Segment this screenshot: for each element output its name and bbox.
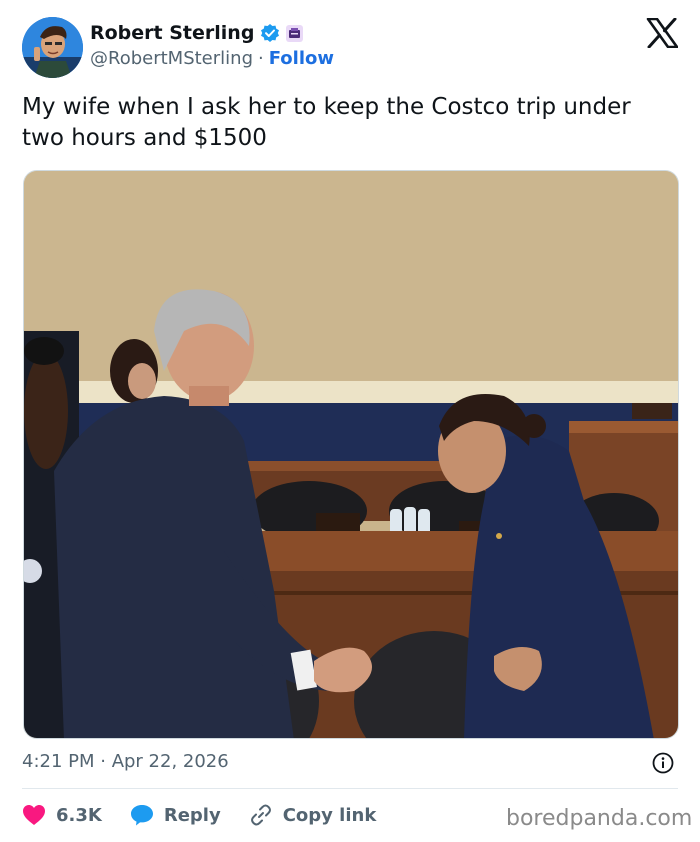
author-handle[interactable]: @RobertMSterling xyxy=(90,48,253,69)
heart-icon xyxy=(23,805,45,825)
tweet-timestamp[interactable]: 4:21 PM · Apr 22, 2026 xyxy=(22,751,229,772)
tweet-card: Robert Sterling @RobertMSterling · Follo… xyxy=(0,0,700,842)
tweet-photo[interactable] xyxy=(23,170,679,739)
verified-badge-icon xyxy=(260,23,280,43)
author-display-name[interactable]: Robert Sterling xyxy=(90,22,254,44)
affiliate-badge-icon[interactable] xyxy=(286,24,304,42)
x-logo-icon[interactable] xyxy=(646,17,679,49)
reply-bubble-icon xyxy=(130,805,153,826)
like-button[interactable]: 6.3K xyxy=(22,804,102,826)
avatar[interactable] xyxy=(22,17,83,78)
reply-label: Reply xyxy=(163,804,221,826)
like-count: 6.3K xyxy=(56,804,102,826)
author-handle-row: @RobertMSterling · Follow xyxy=(90,48,334,69)
handle-separator: · xyxy=(258,48,264,69)
divider xyxy=(22,788,678,789)
source-watermark: boredpanda.com xyxy=(506,806,693,831)
info-icon[interactable] xyxy=(652,752,674,774)
follow-button[interactable]: Follow xyxy=(269,48,334,69)
reply-button[interactable]: Reply xyxy=(130,804,221,826)
tweet-text: My wife when I ask her to keep the Costc… xyxy=(22,94,631,151)
copy-link-button[interactable]: Copy link xyxy=(249,803,377,827)
action-bar: 6.3K Reply Copy link xyxy=(22,800,404,830)
author-name-row: Robert Sterling xyxy=(90,22,304,44)
link-icon xyxy=(250,804,271,826)
copy-link-label: Copy link xyxy=(282,804,377,826)
